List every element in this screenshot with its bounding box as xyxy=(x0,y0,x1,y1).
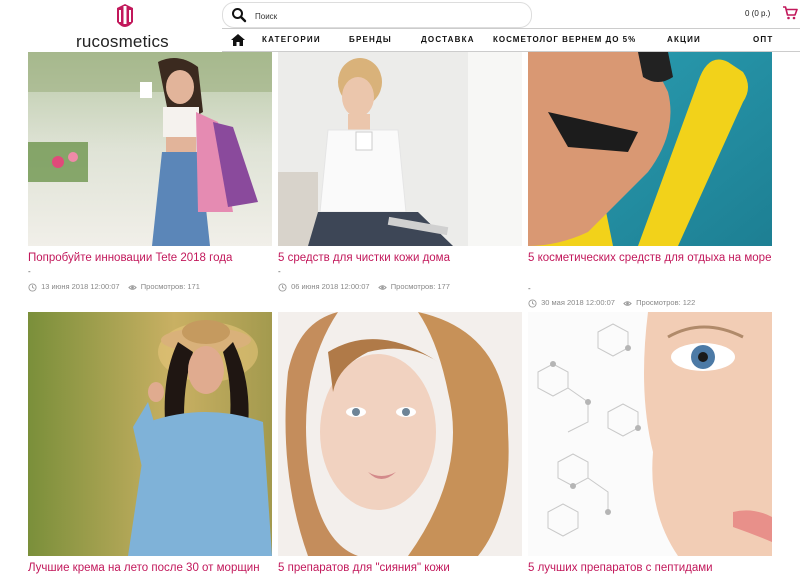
cart-total: 0 (0 р.) xyxy=(745,9,771,18)
eye-icon xyxy=(127,284,137,290)
nav-item-delivery[interactable]: ДОСТАВКА xyxy=(421,35,475,44)
eye-icon xyxy=(623,300,632,306)
logo-text: rucosmetics xyxy=(76,32,169,51)
article-meta: 30 мая 2018 12:00:07 Просмотров: 122 xyxy=(528,298,695,308)
article-title[interactable]: 5 косметических средств для отдыха на мо… xyxy=(528,250,778,266)
article-card[interactable]: 5 косметических средств для отдыха на мо… xyxy=(528,52,778,308)
article-image[interactable] xyxy=(28,312,272,556)
nav-item-categories[interactable]: КАТЕГОРИИ xyxy=(262,35,321,44)
nav-item-sales[interactable]: АКЦИИ xyxy=(667,35,701,44)
article-views: Просмотров: 122 xyxy=(636,298,696,307)
article-card[interactable]: 5 лучших препаратов с пептидами xyxy=(528,312,778,582)
search-icon[interactable] xyxy=(231,7,247,23)
clock-icon xyxy=(278,282,287,292)
article-title[interactable]: Лучшие крема на лето после 30 от морщин xyxy=(28,560,278,576)
article-dash: - xyxy=(28,267,31,276)
logo-icon xyxy=(117,4,133,27)
main-nav: КАТЕГОРИИ БРЕНДЫ ДОСТАВКА КОСМЕТОЛОГ ВЕР… xyxy=(222,28,800,52)
article-image[interactable] xyxy=(278,52,522,246)
article-views: Просмотров: 177 xyxy=(390,282,450,291)
nav-item-brands[interactable]: БРЕНДЫ xyxy=(349,35,392,44)
cart-icon[interactable] xyxy=(782,6,798,20)
clock-icon xyxy=(528,298,537,308)
article-title[interactable]: Попробуйте инновации Tete 2018 года xyxy=(28,250,278,266)
article-image[interactable] xyxy=(28,52,272,246)
article-views: Просмотров: 171 xyxy=(140,282,200,291)
site-header: rucosmetics 0 (0 р.) КАТЕГОРИИ БРЕНДЫ ДО… xyxy=(0,0,800,52)
article-card[interactable]: Попробуйте инновации Tete 2018 года - 13… xyxy=(28,52,278,302)
article-dash: - xyxy=(528,284,531,293)
article-title[interactable]: 5 лучших препаратов с пептидами xyxy=(528,560,778,576)
article-title[interactable]: 5 препаратов для "сияния" кожи xyxy=(278,560,528,576)
article-title[interactable]: 5 средств для чистки кожи дома xyxy=(278,250,528,266)
article-date: 13 июня 2018 12:00:07 xyxy=(41,282,120,291)
clock-icon xyxy=(28,282,37,292)
article-meta: 13 июня 2018 12:00:07 Просмотров: 171 xyxy=(28,282,200,292)
article-date: 06 июня 2018 12:00:07 xyxy=(291,282,370,291)
article-dash: - xyxy=(278,267,281,276)
article-card[interactable]: 5 препаратов для "сияния" кожи xyxy=(278,312,528,582)
search-input[interactable] xyxy=(253,6,527,26)
article-image[interactable] xyxy=(528,52,772,246)
article-image[interactable] xyxy=(278,312,522,556)
article-card[interactable]: Лучшие крема на лето после 30 от морщин xyxy=(28,312,278,582)
article-image[interactable] xyxy=(528,312,772,556)
nav-item-wholesale[interactable]: ОПТ xyxy=(753,35,773,44)
article-card[interactable]: 5 средств для чистки кожи дома - 06 июня… xyxy=(278,52,528,302)
eye-icon xyxy=(377,284,387,290)
home-icon[interactable] xyxy=(230,33,246,47)
search-box xyxy=(222,2,532,28)
article-date: 30 мая 2018 12:00:07 xyxy=(541,298,615,307)
logo[interactable]: rucosmetics xyxy=(76,2,176,51)
article-meta: 06 июня 2018 12:00:07 Просмотров: 177 xyxy=(278,282,450,292)
nav-item-cosmetologist[interactable]: КОСМЕТОЛОГ ВЕРНЕМ ДО 5% xyxy=(493,35,636,44)
